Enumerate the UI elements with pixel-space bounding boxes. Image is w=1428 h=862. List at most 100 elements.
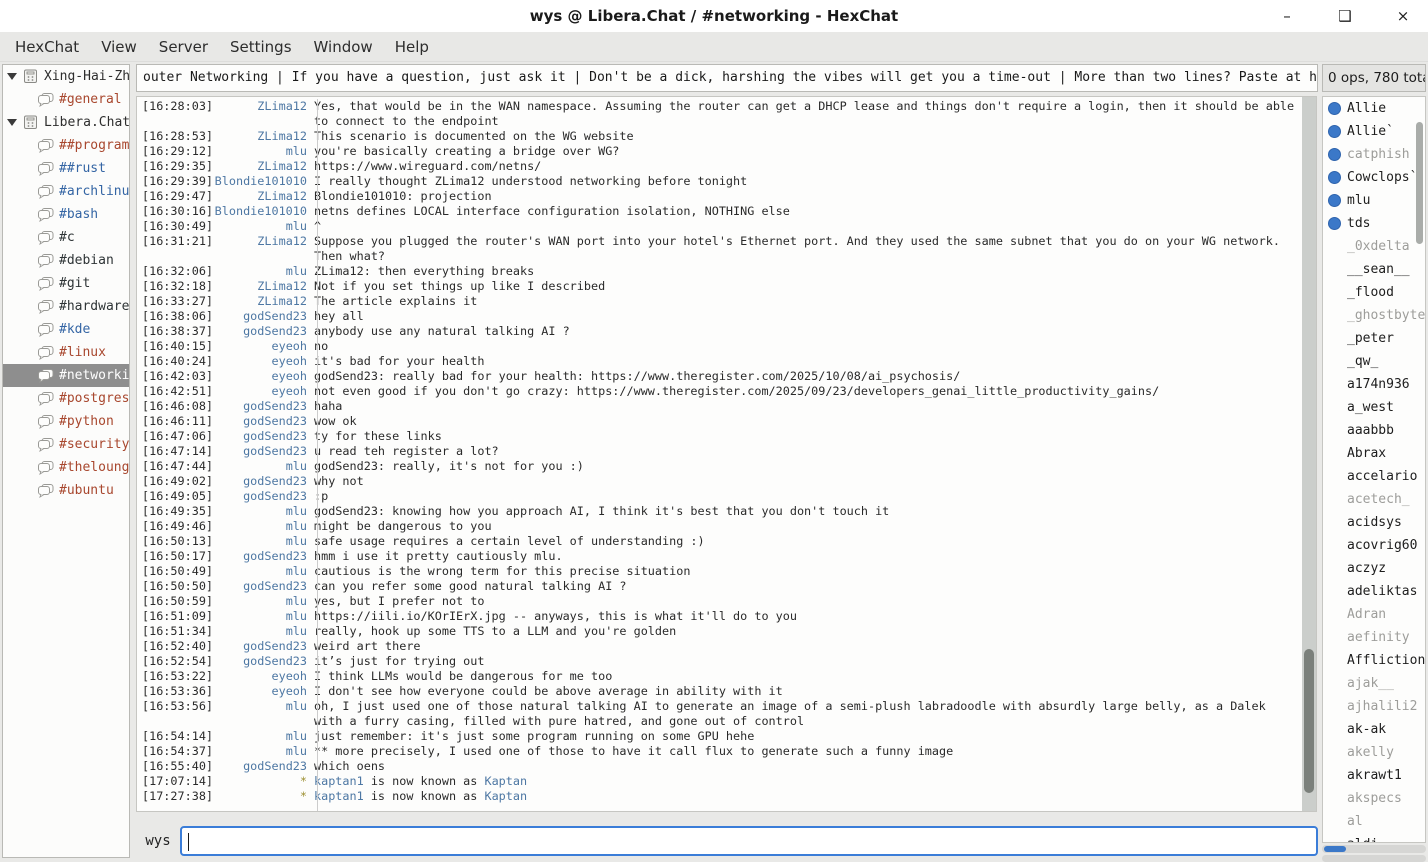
tree-channel-row[interactable]: #networking	[3, 364, 129, 387]
menu-view[interactable]: View	[90, 34, 148, 60]
user-list-item[interactable]: Allie	[1323, 97, 1425, 120]
message-nick[interactable]: eyeoh	[213, 384, 307, 399]
message-nick[interactable]: godSend23	[213, 489, 307, 504]
user-list-item[interactable]: Affliction	[1323, 649, 1425, 672]
message-nick[interactable]: eyeoh	[213, 684, 307, 699]
message-nick[interactable]: godSend23	[213, 474, 307, 489]
tree-channel-row[interactable]: ##rust	[3, 157, 129, 180]
user-list-item[interactable]: tds	[1323, 212, 1425, 235]
user-list-item[interactable]: Adran	[1323, 603, 1425, 626]
message-nick[interactable]: mlu	[213, 534, 307, 549]
message-nick[interactable]: mlu	[213, 564, 307, 579]
message-nick[interactable]: ZLima12	[213, 189, 307, 204]
menu-server[interactable]: Server	[148, 34, 219, 60]
message-nick[interactable]: godSend23	[213, 309, 307, 324]
message-input[interactable]	[180, 826, 1318, 856]
close-button[interactable]: ×	[1392, 5, 1414, 27]
message-nick[interactable]: godSend23	[213, 639, 307, 654]
tree-channel-row[interactable]: ##programming	[3, 134, 129, 157]
message-nick[interactable]: godSend23	[213, 654, 307, 669]
user-list-item[interactable]: mlu	[1323, 189, 1425, 212]
server-channel-tree[interactable]: Xing-Hai-Zhang#generalLibera.Chat##progr…	[2, 64, 130, 858]
user-list-item[interactable]: accelario	[1323, 465, 1425, 488]
new-nick[interactable]: Kaptan	[484, 774, 527, 788]
user-list-item[interactable]: akelly	[1323, 741, 1425, 764]
user-list-item[interactable]: ak-ak	[1323, 718, 1425, 741]
message-nick[interactable]: Blondie101010	[213, 204, 307, 219]
message-nick[interactable]: mlu	[213, 699, 307, 714]
message-nick[interactable]: godSend23	[213, 399, 307, 414]
userlist-horizontal-scrollbar[interactable]	[1322, 845, 1426, 853]
menu-help[interactable]: Help	[384, 34, 440, 60]
user-list-item[interactable]: akrawt1	[1323, 764, 1425, 787]
user-list-item[interactable]: akspecs	[1323, 787, 1425, 810]
old-nick[interactable]: kaptan1	[314, 774, 364, 788]
user-list-item[interactable]: _qw_	[1323, 350, 1425, 373]
message-nick[interactable]: ZLima12	[213, 159, 307, 174]
user-list-item[interactable]: a_west	[1323, 396, 1425, 419]
message-nick[interactable]: godSend23	[213, 414, 307, 429]
user-list-item[interactable]: _flood	[1323, 281, 1425, 304]
message-nick[interactable]: godSend23	[213, 429, 307, 444]
message-nick[interactable]: ZLima12	[213, 279, 307, 294]
user-list-item[interactable]: acetech_	[1323, 488, 1425, 511]
tree-channel-row[interactable]: #bash	[3, 203, 129, 226]
message-nick[interactable]: godSend23	[213, 579, 307, 594]
message-nick[interactable]: mlu	[213, 519, 307, 534]
message-nick[interactable]: godSend23	[213, 324, 307, 339]
message-nick[interactable]: *	[213, 789, 307, 804]
tree-channel-row[interactable]: #archlinux	[3, 180, 129, 203]
topic-input[interactable]: outer Networking | If you have a questio…	[136, 64, 1318, 92]
message-nick[interactable]: eyeoh	[213, 339, 307, 354]
user-list-item[interactable]: aczyz	[1323, 557, 1425, 580]
tree-channel-row[interactable]: #security	[3, 433, 129, 456]
tree-channel-row[interactable]: #hardware	[3, 295, 129, 318]
message-nick[interactable]: mlu	[213, 609, 307, 624]
message-nick[interactable]: mlu	[213, 144, 307, 159]
chat-scrollbar-thumb[interactable]	[1304, 649, 1314, 793]
message-nick[interactable]: eyeoh	[213, 354, 307, 369]
message-nick[interactable]: ZLima12	[213, 99, 307, 114]
user-list-item[interactable]: aefinity	[1323, 626, 1425, 649]
message-nick[interactable]: mlu	[213, 459, 307, 474]
user-list-item[interactable]: aaabbb	[1323, 419, 1425, 442]
tree-channel-row[interactable]: #thelounge	[3, 456, 129, 479]
tree-channel-row[interactable]: #kde	[3, 318, 129, 341]
message-nick[interactable]: ZLima12	[213, 294, 307, 309]
user-list-item[interactable]: _peter	[1323, 327, 1425, 350]
tree-channel-row[interactable]: #ubuntu	[3, 479, 129, 502]
message-nick[interactable]: mlu	[213, 594, 307, 609]
user-list-item[interactable]: acidsys	[1323, 511, 1425, 534]
new-nick[interactable]: Kaptan	[484, 789, 527, 803]
message-nick[interactable]: ZLima12	[213, 129, 307, 144]
menu-hexchat[interactable]: HexChat	[4, 34, 90, 60]
message-nick[interactable]: eyeoh	[213, 369, 307, 384]
user-list-item[interactable]: _ghostbyte	[1323, 304, 1425, 327]
tree-channel-row[interactable]: #postgresql	[3, 387, 129, 410]
menu-window[interactable]: Window	[303, 34, 384, 60]
user-list-item[interactable]: adeliktas	[1323, 580, 1425, 603]
message-nick[interactable]: mlu	[213, 264, 307, 279]
tree-channel-row[interactable]: #c	[3, 226, 129, 249]
message-nick[interactable]: mlu	[213, 744, 307, 759]
user-list[interactable]: AllieAllie`catphishCowclops`mlutds_0xdel…	[1322, 96, 1426, 843]
userlist-hscrollbar-thumb[interactable]	[1324, 846, 1346, 852]
old-nick[interactable]: kaptan1	[314, 789, 364, 803]
message-nick[interactable]: mlu	[213, 219, 307, 234]
tree-channel-row[interactable]: #git	[3, 272, 129, 295]
tree-channel-row[interactable]: #linux	[3, 341, 129, 364]
user-list-item[interactable]: Cowclops`	[1323, 166, 1425, 189]
user-list-item[interactable]: a174n936	[1323, 373, 1425, 396]
user-list-item[interactable]: al	[1323, 810, 1425, 833]
user-list-item[interactable]: Abrax	[1323, 442, 1425, 465]
chat-vertical-scrollbar[interactable]	[1302, 97, 1316, 811]
message-nick[interactable]: ZLima12	[213, 234, 307, 249]
message-nick[interactable]: *	[213, 774, 307, 789]
tree-server-row[interactable]: Xing-Hai-Zhang	[3, 65, 129, 88]
user-list-item[interactable]: catphish	[1323, 143, 1425, 166]
expander-icon[interactable]	[7, 119, 17, 126]
user-list-item[interactable]: aldi	[1323, 833, 1425, 843]
message-nick[interactable]: mlu	[213, 624, 307, 639]
message-nick[interactable]: eyeoh	[213, 669, 307, 684]
user-list-item[interactable]: ajak__	[1323, 672, 1425, 695]
